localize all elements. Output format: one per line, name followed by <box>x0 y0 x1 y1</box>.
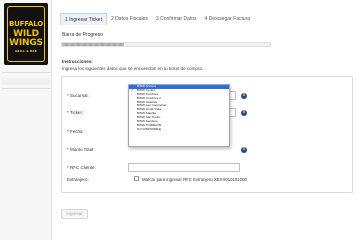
progress-bar-fill <box>62 43 125 46</box>
logo-text-line1: BUFFALO <box>9 20 43 28</box>
logo-text-line2: WILD WINGS <box>4 30 48 48</box>
ingresar-button[interactable]: Ingresar <box>61 209 88 219</box>
sidebar-divider <box>2 88 50 89</box>
sucursal-option-label: NO DISPONIBLE <box>137 126 162 131</box>
sucursal-option[interactable]: NO DISPONIBLE <box>129 126 229 132</box>
logo-text-line3: GRILL & BAR <box>15 50 37 53</box>
tab-descargar-factura[interactable]: 4 Descargar Factura <box>201 13 255 25</box>
instructions-text: Ingresa los siguientes datos que se encu… <box>62 66 204 71</box>
logo-text-wings: WINGS <box>9 38 43 48</box>
sucursal-label: * Sucursal : <box>67 93 91 98</box>
sidebar-item[interactable] <box>2 78 50 85</box>
buffalo-wild-wings-logo[interactable]: BUFFALO WILD WINGS GRILL & BAR <box>4 3 48 65</box>
extranjero-label: Extranjero: <box>67 177 89 182</box>
extranjero-checkbox[interactable] <box>134 176 139 181</box>
step-tabs: 1 Ingresar Ticket 2 Datos Fiscales 3 Con… <box>60 13 254 25</box>
rfc-cliente-input[interactable] <box>128 163 240 172</box>
fecha-label: * Fecha : <box>67 129 86 134</box>
sidebar-divider <box>2 72 50 73</box>
tab-ingresar-ticket[interactable]: 1 Ingresar Ticket <box>60 13 107 25</box>
info-icon[interactable]: i <box>241 93 247 99</box>
monto-total-label: * Monto Total : <box>67 147 96 152</box>
sucursal-dropdown-list[interactable]: BWW Acoxpa ✓ BWW Centro BWW Cumbres BWW Cumb… <box>128 84 230 147</box>
info-icon[interactable]: i <box>241 147 247 153</box>
instructions-title: Instrucciones: <box>62 59 93 64</box>
tab-confirmar-datos[interactable]: 3 Confirmar Datos <box>152 13 201 25</box>
ticket-label: * Ticket : <box>67 110 85 115</box>
sidebar: BUFFALO WILD WINGS GRILL & BAR <box>0 0 52 240</box>
extranjero-checkbox-label: Marcar para ingresar RFC Extranjero XEXX… <box>142 177 247 182</box>
info-icon[interactable]: i <box>241 110 247 116</box>
rfc-cliente-label: * RFC Cliente: <box>67 165 96 170</box>
tab-datos-fiscales[interactable]: 2 Datos Fiscales <box>107 13 152 25</box>
progress-label: Barra de Progreso <box>62 32 103 38</box>
progress-bar <box>61 42 271 47</box>
